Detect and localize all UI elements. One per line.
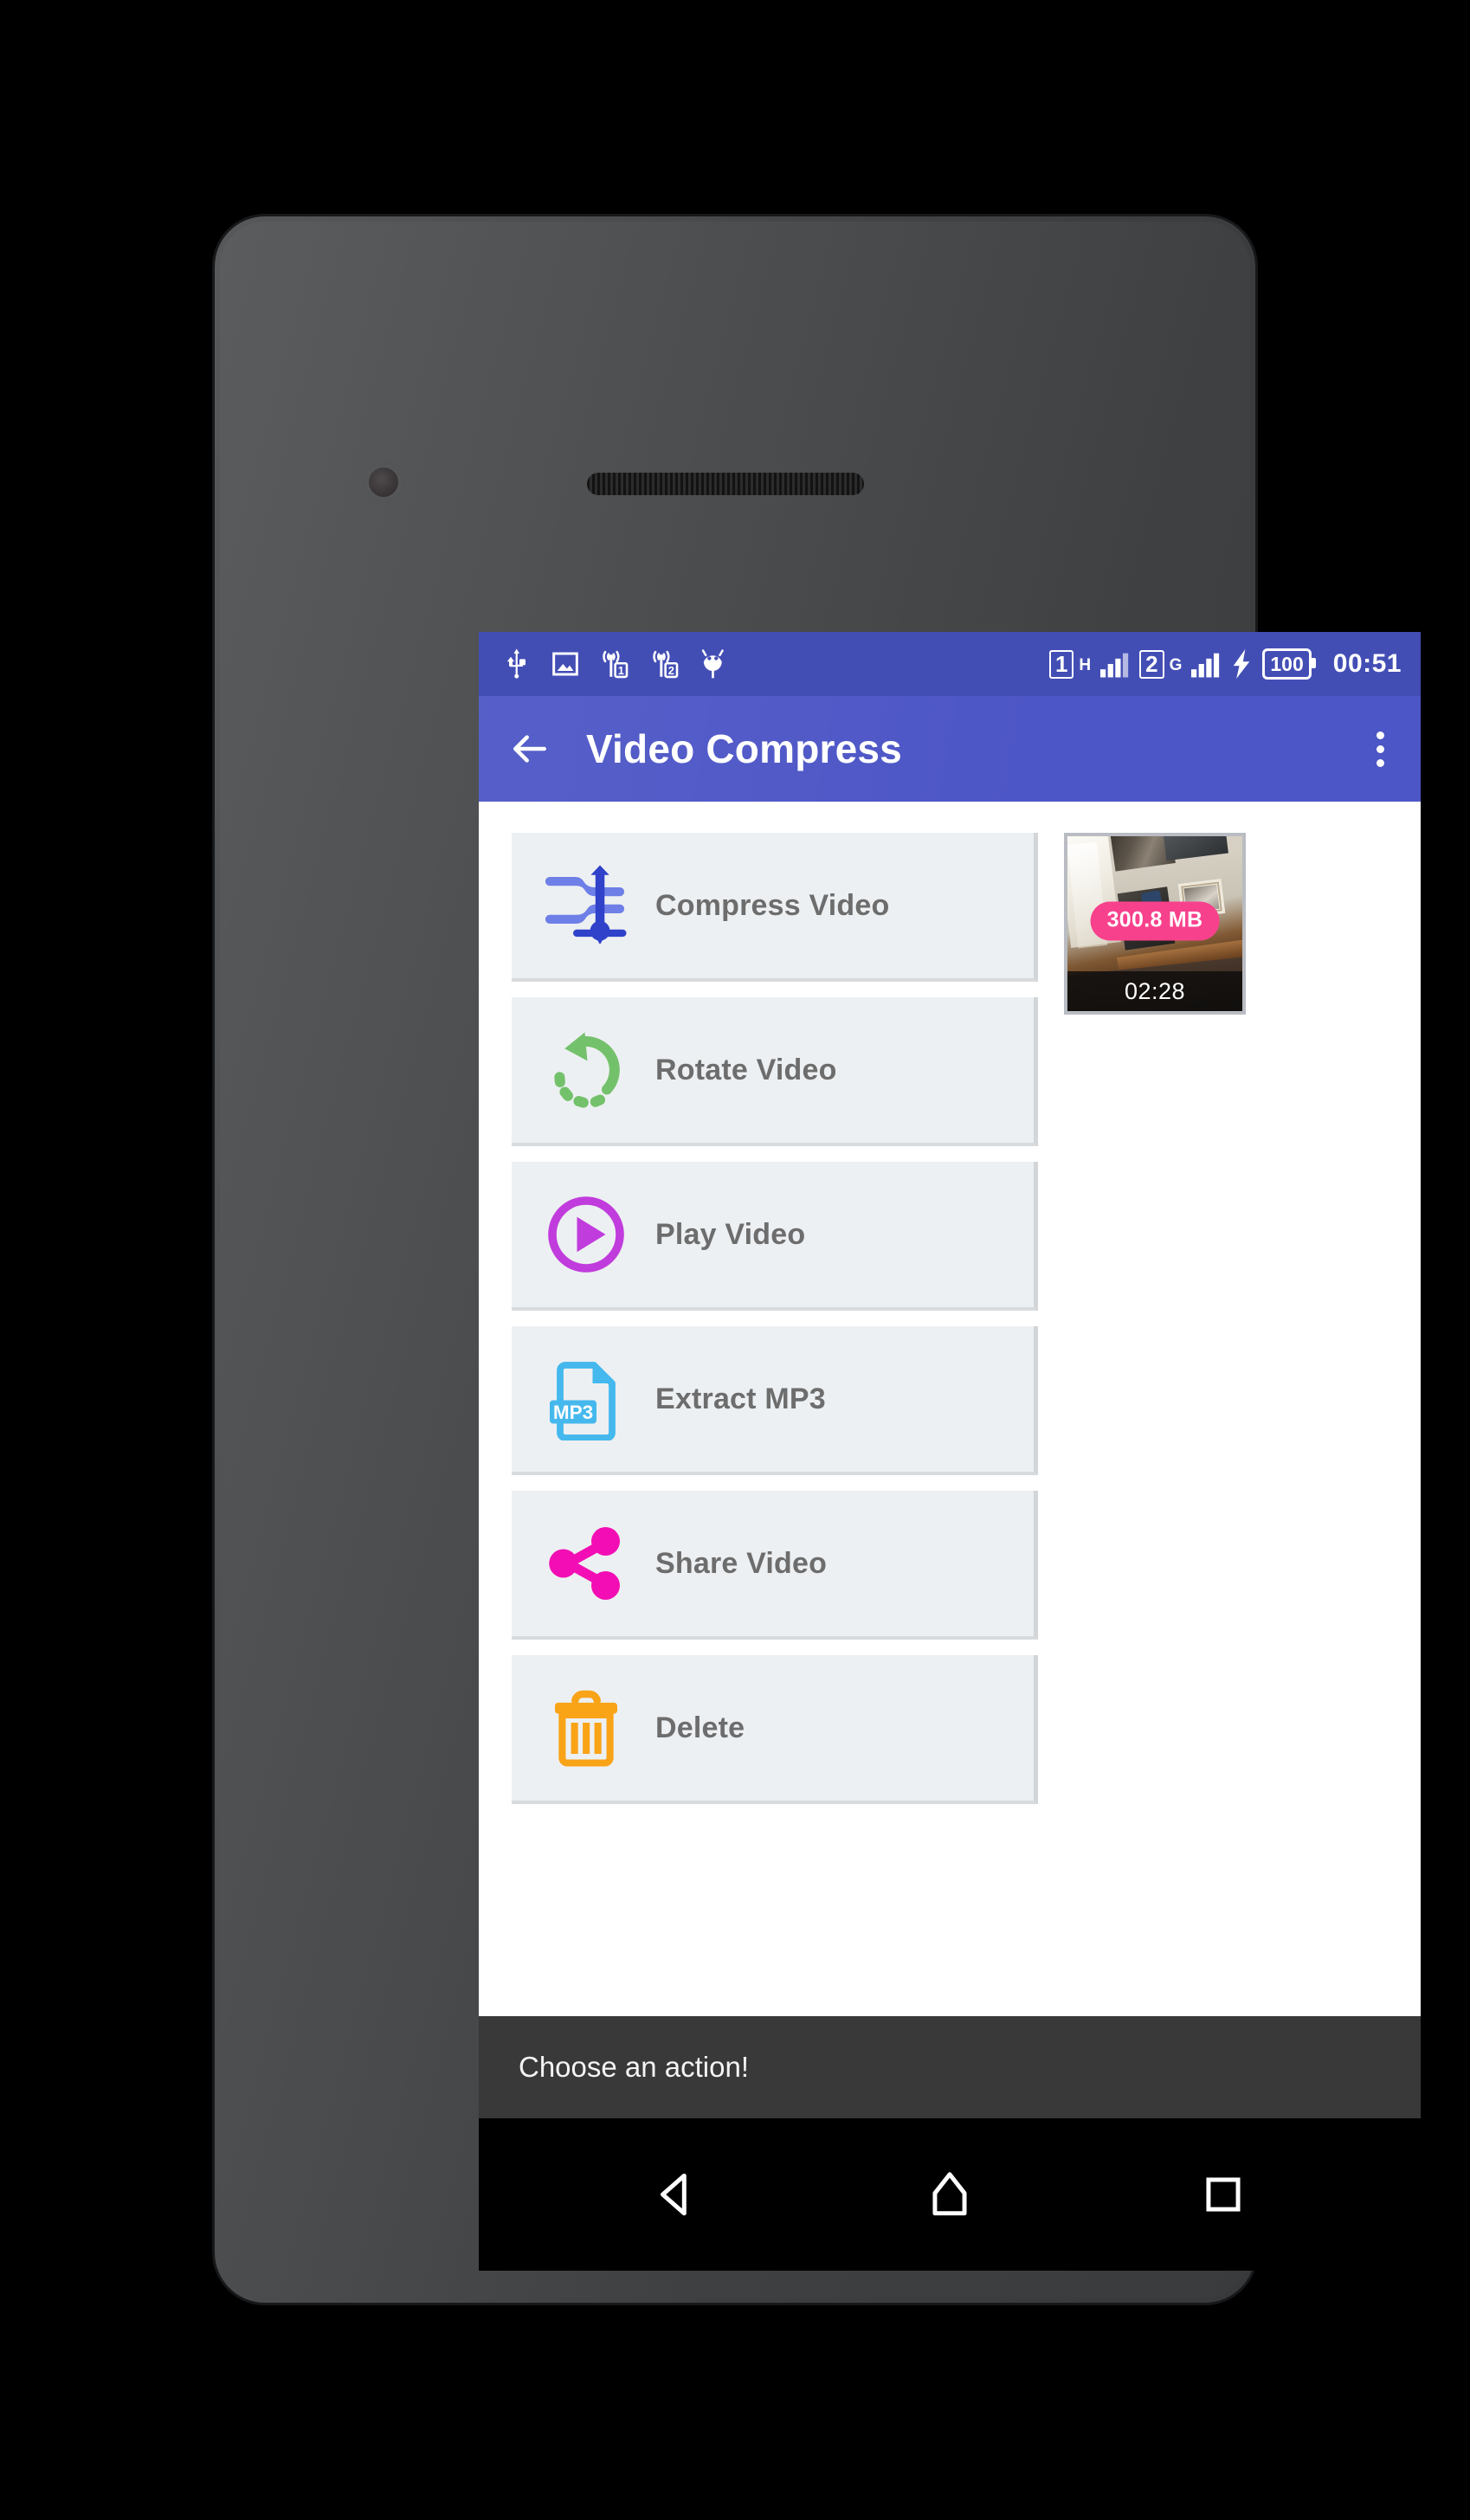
action-compress-video[interactable]: Compress Video [512,833,1038,982]
phone-screen: 1 2 1 H 2 G 100 00:51 Video Compress Com… [479,632,1421,2271]
image-icon [552,652,578,676]
video-thumbnail[interactable]: 300.8 MB 02:28 [1064,833,1246,1015]
signal-sim2-icon: 2 [653,650,679,679]
phone-device-frame: 1 2 1 H 2 G 100 00:51 Video Compress Com… [215,216,1421,2303]
battery-level-text: 100 [1270,652,1304,675]
sim2-badge: 2 [1139,649,1164,679]
overflow-dot [1377,731,1384,739]
system-navigation-bar [479,2118,1421,2271]
file-size-badge: 300.8 MB [1090,901,1220,941]
toast-text: Choose an action! [519,2051,750,2083]
video-duration: 02:28 [1067,971,1242,1011]
thumb-door-shape [1163,836,1228,861]
svg-text:MP3: MP3 [553,1402,593,1423]
battery-indicator: 100 [1262,648,1317,680]
signal-sim1-icon: 1 [603,650,629,679]
earpiece-speaker-grille [587,473,864,495]
sim2-network-type: G [1169,656,1183,674]
trash-icon [541,1683,631,1773]
arrow-back-icon[interactable] [508,727,551,770]
compress-icon [541,860,631,951]
main-content: Compress Video Rotate Video Play Video M… [479,802,1421,2016]
overflow-dot [1377,758,1384,767]
overflow-dot [1377,744,1384,753]
signal-bars-sim1-icon [1100,653,1129,678]
status-bar: 1 2 1 H 2 G 100 00:51 [479,632,1421,696]
action-list: Compress Video Rotate Video Play Video M… [512,833,1038,2016]
status-bar-right-icons: 1 H 2 G 100 00:51 [1048,648,1402,680]
sim1-network-type: H [1079,656,1092,674]
status-bar-left-icons: 1 2 [505,648,726,680]
signal-bars-sim2-icon [1191,653,1220,678]
share-icon [541,1518,631,1608]
action-delete[interactable]: Delete [512,1655,1038,1804]
rotate-icon [541,1025,631,1115]
bolt-icon [1234,649,1250,679]
android-debug-icon [701,649,724,679]
action-label: Compress Video [655,888,890,922]
nav-recents-icon[interactable] [1171,2143,1275,2246]
more-vert-icon[interactable] [1366,723,1395,776]
svg-text:2: 2 [668,664,674,677]
page-title: Video Compress [586,726,902,771]
action-label: Delete [655,1711,745,1744]
usb-icon [506,648,525,679]
toast-message: Choose an action! [479,2016,1421,2118]
status-clock: 00:51 [1332,649,1402,678]
action-label: Rotate Video [655,1053,837,1086]
action-label: Share Video [655,1546,828,1580]
app-bar: Video Compress [479,696,1421,802]
nav-home-icon[interactable] [898,2143,1002,2246]
action-share-video[interactable]: Share Video [512,1491,1038,1640]
play-icon [541,1189,631,1279]
video-panel: 300.8 MB 02:28 [1038,833,1421,2016]
action-label: Extract MP3 [655,1382,826,1415]
action-rotate-video[interactable]: Rotate Video [512,997,1038,1146]
action-label: Play Video [655,1217,806,1251]
nav-back-icon[interactable] [624,2143,728,2246]
svg-text:1: 1 [618,664,624,677]
front-camera-icon [369,467,398,497]
sim1-badge: 1 [1048,649,1074,679]
action-extract-mp3[interactable]: MP3 Extract MP3 [512,1326,1038,1475]
action-play-video[interactable]: Play Video [512,1162,1038,1311]
mp3-file-icon: MP3 [541,1354,631,1444]
